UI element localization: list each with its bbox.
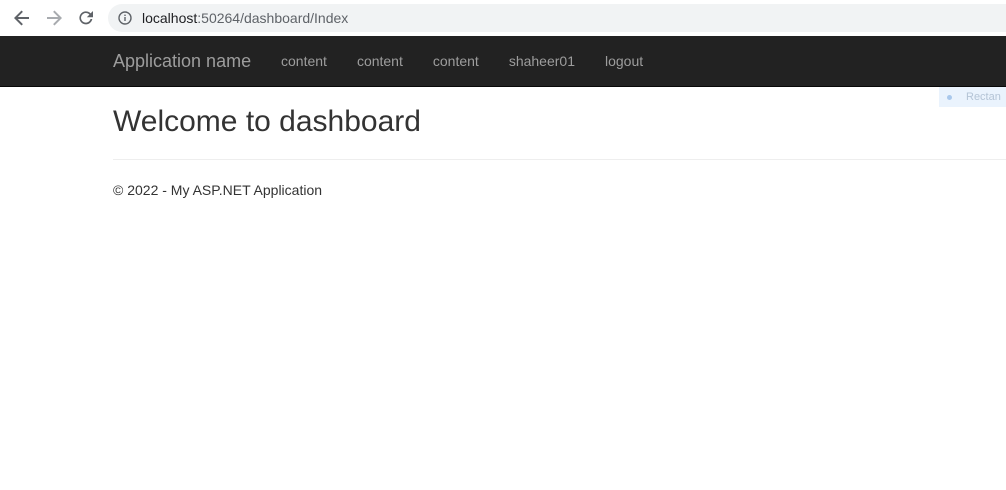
nav-link-content-3[interactable]: content	[418, 36, 494, 86]
browser-toolbar: localhost:50264/dashboard/Index	[0, 0, 1006, 36]
url-host: localhost	[142, 10, 198, 26]
back-button[interactable]	[10, 6, 34, 30]
nav-link-logout[interactable]: logout	[590, 36, 658, 86]
reload-button[interactable]	[74, 6, 98, 30]
url-path: :50264/dashboard/Index	[197, 10, 349, 26]
nav-links: content content content shaheer01 logout	[266, 36, 658, 86]
url-text[interactable]: localhost:50264/dashboard/Index	[142, 10, 348, 26]
back-arrow-icon	[14, 10, 29, 26]
overlay-text: Rectan	[966, 91, 1001, 103]
footer-divider	[113, 159, 1006, 160]
reload-icon	[79, 11, 93, 25]
floating-overlay-chip[interactable]: Rectan	[939, 87, 1006, 107]
forward-arrow-icon	[47, 10, 62, 26]
overlay-dot-icon	[947, 94, 952, 100]
nav-link-content-2[interactable]: content	[342, 36, 418, 86]
address-bar[interactable]: localhost:50264/dashboard/Index	[108, 4, 1006, 32]
page-title: Welcome to dashboard	[113, 105, 421, 138]
nav-link-content-1[interactable]: content	[266, 36, 342, 86]
site-navbar: Application name content content content…	[0, 36, 1006, 87]
forward-button[interactable]	[42, 6, 66, 30]
brand-link[interactable]: Application name	[113, 50, 251, 72]
nav-link-username[interactable]: shaheer01	[494, 36, 590, 86]
info-icon[interactable]	[118, 11, 132, 25]
footer-copyright: © 2022 - My ASP.NET Application	[113, 182, 323, 198]
